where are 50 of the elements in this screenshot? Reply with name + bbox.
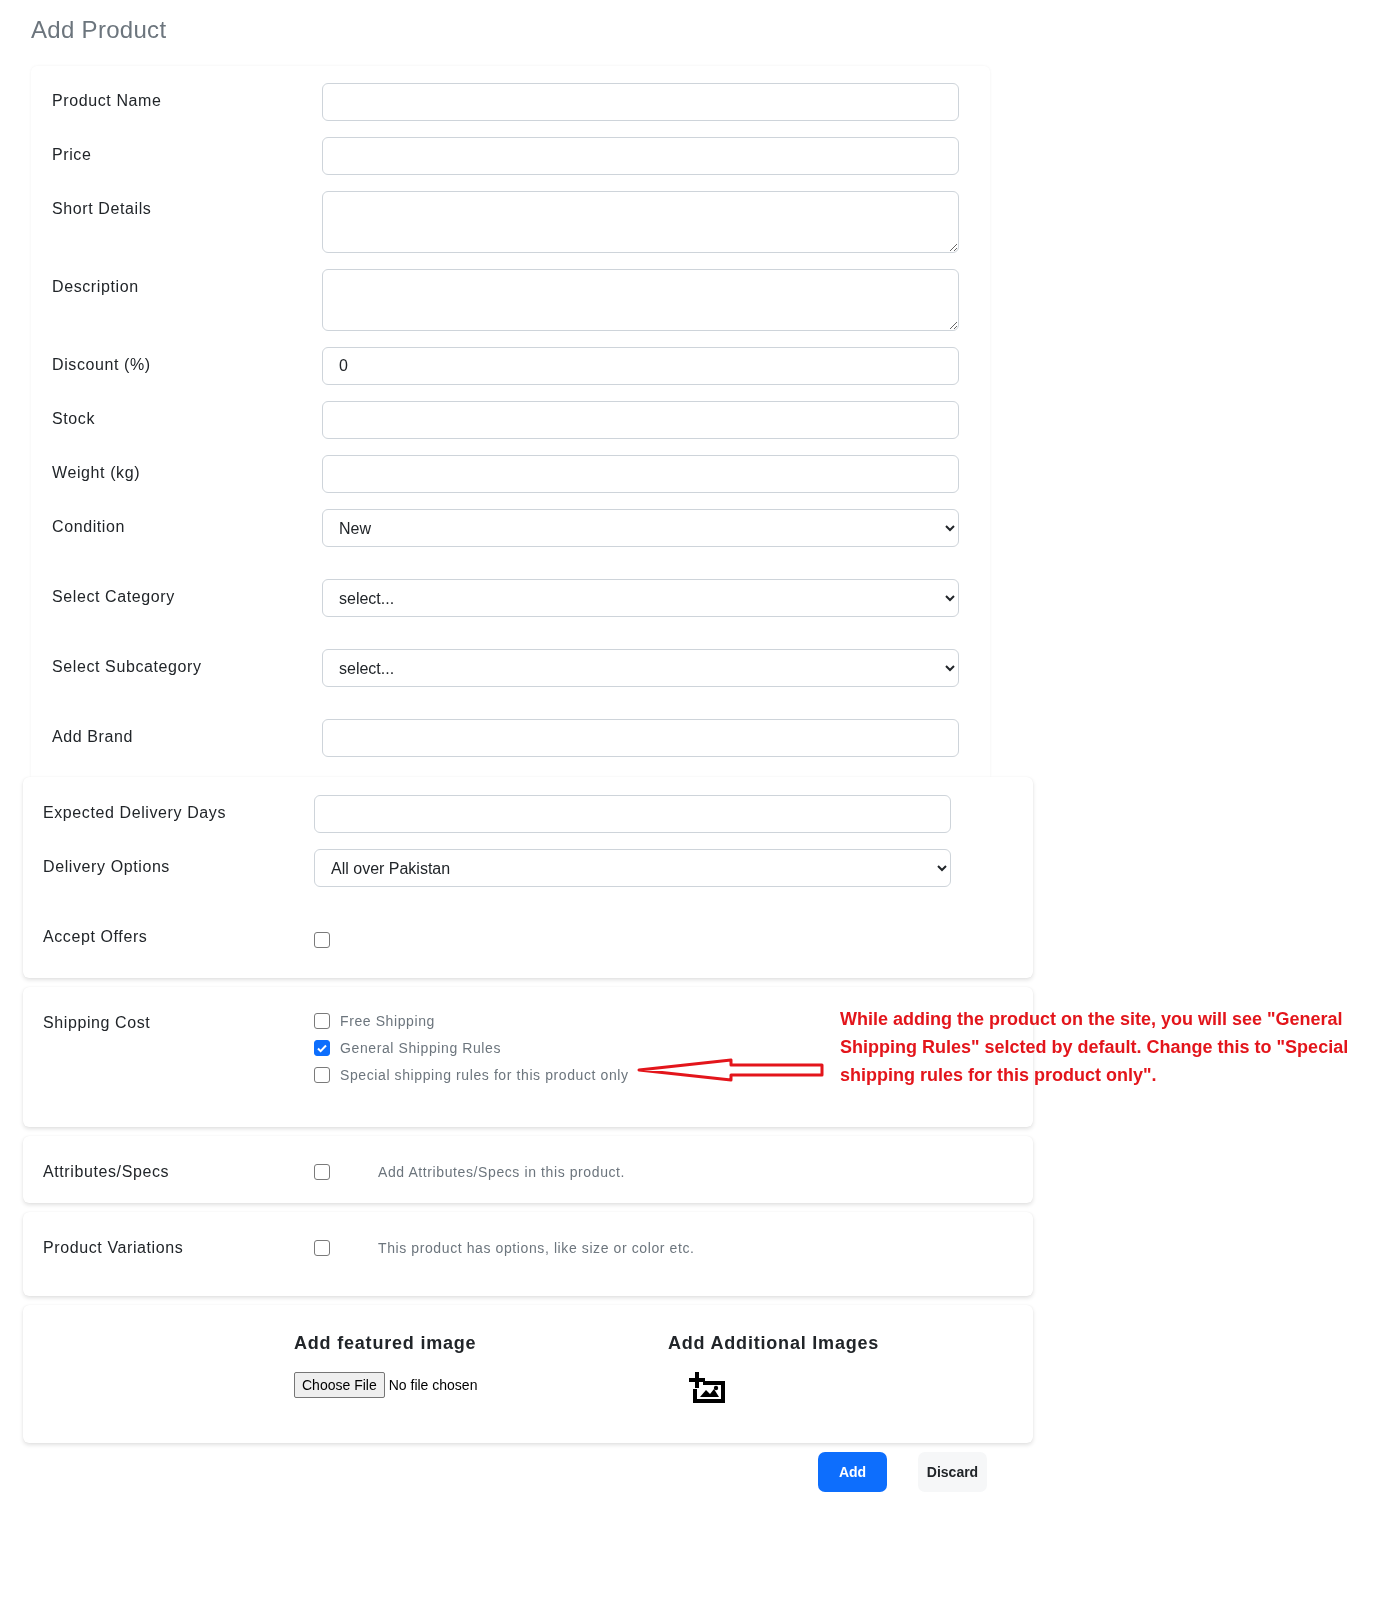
field-label: Weight (kg): [52, 463, 142, 482]
field-label: Select Subcategory: [52, 657, 203, 676]
field-label: Product Name: [52, 91, 163, 110]
checkbox[interactable]: [314, 1240, 330, 1256]
field-label: Discount (%): [52, 355, 152, 374]
field-label: Stock: [52, 409, 96, 428]
checkbox[interactable]: [314, 1040, 330, 1056]
hint-text: This product has options, like size or color etc.: [378, 1240, 695, 1256]
section-title: Add featured image: [294, 1333, 478, 1354]
dropdown[interactable]: All over Pakistan: [314, 849, 951, 887]
option-label: Special shipping rules for this product only: [340, 1067, 629, 1083]
checkbox[interactable]: [314, 1164, 330, 1180]
field-label: Select Category: [52, 587, 176, 606]
field-label: Condition: [52, 517, 126, 536]
checkbox[interactable]: [314, 1013, 330, 1029]
text-field[interactable]: [322, 137, 959, 175]
field-label: Price: [52, 145, 93, 164]
text-field[interactable]: [322, 401, 959, 439]
field-label: Attributes/Specs: [43, 1162, 171, 1181]
text-field[interactable]: [322, 83, 959, 121]
file-status: No file chosen: [388, 1377, 478, 1393]
add-image-icon[interactable]: [689, 1372, 727, 1404]
checkbox[interactable]: [314, 1067, 330, 1083]
field-label: Description: [52, 277, 140, 296]
dropdown[interactable]: select...: [322, 579, 959, 617]
option-label: General Shipping Rules: [340, 1040, 502, 1056]
field-label: Short Details: [52, 199, 153, 218]
field-label: Delivery Options: [43, 857, 171, 876]
checkbox[interactable]: [314, 932, 330, 948]
field-label: Accept Offers: [43, 927, 149, 946]
add-button[interactable]: Add: [818, 1452, 887, 1492]
annotation-text: While adding the product on the site, you will see "General Shipping Rules" selcted by default. Change this to "Special shipping rules for this product only".: [840, 1008, 1350, 1087]
field-label: Expected Delivery Days: [43, 803, 228, 822]
text-area[interactable]: [322, 191, 959, 253]
section-title: Add Additional Images: [668, 1333, 881, 1354]
discard-button[interactable]: Discard: [918, 1452, 987, 1492]
field-label: Product Variations: [43, 1238, 185, 1257]
field-label: Shipping Cost: [43, 1013, 152, 1032]
page-title: Add Product: [31, 16, 168, 44]
dropdown[interactable]: New: [322, 509, 959, 547]
dropdown[interactable]: select...: [322, 649, 959, 687]
text-field[interactable]: 0: [322, 347, 959, 385]
option-label: Free Shipping: [340, 1013, 435, 1029]
choose-file-button[interactable]: Choose File: [294, 1372, 385, 1398]
text-field[interactable]: [322, 455, 959, 493]
field-label: Add Brand: [52, 727, 134, 746]
text-field[interactable]: [314, 795, 951, 833]
text-field[interactable]: [322, 719, 959, 757]
text-area[interactable]: [322, 269, 959, 331]
hint-text: Add Attributes/Specs in this product.: [378, 1164, 626, 1180]
